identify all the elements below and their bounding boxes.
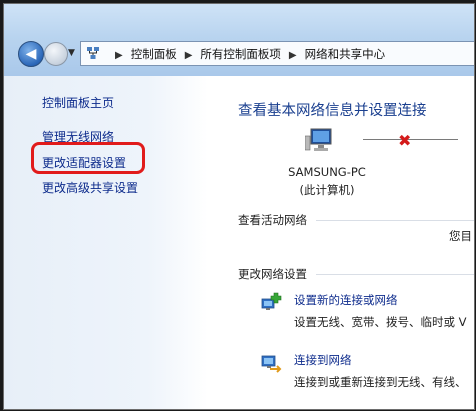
computer-icon [305,128,332,151]
sidebar-item-control-panel-home[interactable]: 控制面板主页 [42,94,114,111]
active-networks-heading: 查看活动网络 [238,213,307,227]
connect-to-network-link[interactable]: 连接到网络 [294,352,352,368]
breadcrumb-separator-icon: ▶ [184,50,193,61]
chevron-down-icon[interactable]: ▼ [68,48,75,58]
sidebar: 控制面板主页 管理无线网络 更改适配器设置 更改高级共享设置 [4,76,208,409]
setup-new-connection-desc: 设置无线、宽带、拨号、临时或 V [294,315,467,329]
page-title: 查看基本网络信息并设置连接 [238,103,427,119]
arrow-left-icon: ◀ [25,46,37,62]
navigation-bar: ◀ ▼ ▶ 控制面板 ▶ 所有控制面板项 ▶ 网络和共享中心 [4,4,474,76]
divider [316,274,474,275]
breadcrumb-item[interactable]: 网络和共享中心 [305,47,386,61]
sidebar-item-advanced-sharing[interactable]: 更改高级共享设置 [42,179,138,196]
computer-name: SAMSUNG-PC [288,165,366,179]
connect-network-icon [261,355,282,373]
partial-label: I [474,166,475,179]
change-settings-heading: 更改网络设置 [238,267,307,281]
breadcrumb: ▶ 控制面板 ▶ 所有控制面板项 ▶ 网络和共享中心 [107,46,385,62]
network-icon [87,47,99,59]
divider [316,220,474,221]
connect-to-network-desc: 连接到或重新连接到无线、有线、 [294,375,467,389]
disconnected-icon[interactable]: ✖ [398,131,411,150]
window: ◀ ▼ ▶ 控制面板 ▶ 所有控制面板项 ▶ 网络和共享中心 控制面板主页 管理无线网络 … [3,3,475,410]
breadcrumb-separator-icon: ▶ [115,50,123,61]
highlight-box [31,142,145,174]
breadcrumb-item[interactable]: 所有控制面板项 [200,47,281,61]
breadcrumb-item[interactable]: 控制面板 [131,47,177,61]
active-networks-status: 您目 [449,229,472,243]
new-connection-icon [261,292,282,310]
address-bar[interactable]: ▶ 控制面板 ▶ 所有控制面板项 ▶ 网络和共享中心 [80,41,474,66]
back-button[interactable]: ◀ [18,41,44,67]
setup-new-connection-link[interactable]: 设置新的连接或网络 [294,292,398,308]
breadcrumb-separator-icon: ▶ [288,50,297,61]
computer-subtitle: (此计算机) [299,183,355,197]
main-content: 查看基本网络信息并设置连接 ✖ I SAMSUNG-PC (此计算机) 查看活动… [208,76,474,409]
forward-button[interactable] [44,42,68,66]
